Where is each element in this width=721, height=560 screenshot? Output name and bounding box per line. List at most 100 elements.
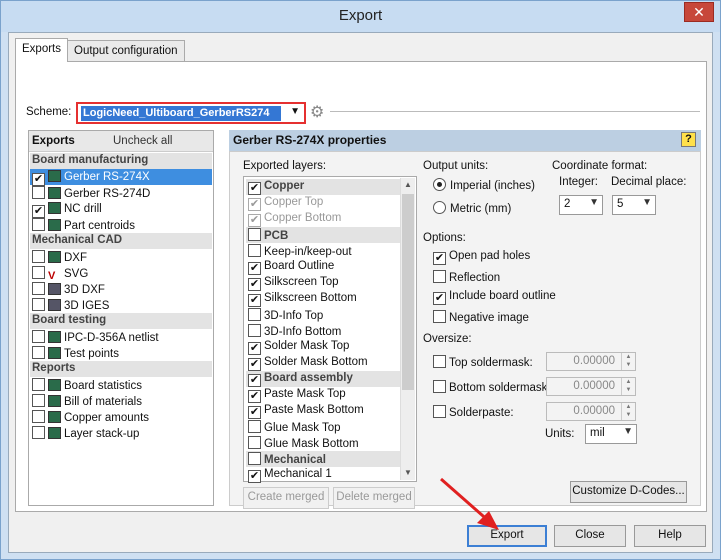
checkbox[interactable] [248, 324, 261, 337]
checkbox[interactable] [32, 186, 45, 199]
layers-scrollbar[interactable]: ▲ ▼ [400, 178, 415, 480]
scroll-up-icon[interactable]: ▲ [401, 178, 415, 192]
option-checkbox[interactable]: Negative image [433, 310, 529, 324]
export-item[interactable]: 3D DXF [30, 281, 212, 297]
checkbox[interactable]: ✔ [248, 374, 261, 387]
oversize-spinbox[interactable]: 0.00000 ▲ ▼ [546, 352, 636, 371]
layer-group-header[interactable]: Mechanical [246, 451, 400, 467]
gear-icon[interactable]: ⚙ [310, 102, 324, 122]
checkbox[interactable]: ✔ [248, 358, 261, 371]
checkbox[interactable] [248, 308, 261, 321]
export-item[interactable]: ✔ NC drill [30, 201, 212, 218]
checkbox[interactable]: ✔ [248, 406, 261, 419]
oversize-spinbox[interactable]: 0.00000 ▲ ▼ [546, 377, 636, 396]
close-button[interactable]: Close [554, 525, 626, 547]
imperial-radio[interactable]: Imperial (inches) [433, 178, 535, 192]
layer-item[interactable]: Glue Mask Bottom [246, 435, 400, 451]
checkbox[interactable] [32, 410, 45, 423]
oversize-spinbox[interactable]: 0.00000 ▲ ▼ [546, 402, 636, 421]
oversize-checkbox[interactable]: Solderpaste: [433, 405, 514, 419]
checkbox[interactable] [32, 394, 45, 407]
spinner-arrows-icon[interactable]: ▲ ▼ [621, 353, 635, 370]
oversize-checkbox[interactable]: Bottom soldermask: [433, 380, 551, 394]
export-item[interactable]: IPC-D-356A netlist [30, 329, 212, 345]
export-item[interactable]: DXF [30, 249, 212, 265]
scrollbar-thumb[interactable] [402, 194, 414, 390]
checkbox[interactable] [433, 270, 446, 283]
checkbox[interactable] [248, 244, 261, 257]
delete-merged-button[interactable]: Delete merged [333, 487, 415, 509]
checkbox[interactable] [32, 282, 45, 295]
checkbox[interactable] [433, 380, 446, 393]
checkbox[interactable]: ✔ [248, 182, 261, 195]
decimal-select[interactable]: 5 ▼ [612, 195, 656, 215]
tab-exports[interactable]: Exports [15, 38, 68, 62]
checkbox[interactable] [32, 330, 45, 343]
oversize-checkbox[interactable]: Top soldermask: [433, 355, 533, 369]
units-select[interactable]: mil ▼ [585, 424, 637, 444]
help-button[interactable]: Help [634, 525, 706, 547]
layer-item[interactable]: Keep-in/keep-out [246, 243, 400, 259]
export-item[interactable]: Layer stack-up [30, 425, 212, 441]
scheme-select[interactable]: LogicNeed_Ultiboard_GerberRS274 ▼ [76, 102, 306, 124]
checkbox[interactable] [433, 355, 446, 368]
layer-item[interactable]: ✔ Copper Bottom [246, 211, 400, 227]
layer-group-header[interactable]: ✔ Board assembly [246, 371, 400, 387]
checkbox[interactable]: ✔ [248, 470, 261, 483]
uncheck-all-link[interactable]: Uncheck all [113, 135, 172, 147]
layer-item[interactable]: ✔ Solder Mask Bottom [246, 355, 400, 371]
export-item[interactable]: 3D IGES [30, 297, 212, 313]
layer-item[interactable]: ✔ Copper Top [246, 195, 400, 211]
export-item[interactable]: Board statistics [30, 377, 212, 393]
checkbox[interactable] [32, 378, 45, 391]
checkbox[interactable] [248, 452, 261, 465]
checkbox[interactable]: ✔ [248, 278, 261, 291]
checkbox[interactable] [32, 346, 45, 359]
export-item[interactable]: Part centroids [30, 217, 212, 233]
close-window-button[interactable]: ✕ [684, 2, 714, 22]
checkbox[interactable] [32, 266, 45, 279]
checkbox[interactable] [32, 218, 45, 231]
option-checkbox[interactable]: ✔ Include board outline [433, 290, 556, 305]
help-icon[interactable]: ? [681, 132, 696, 147]
integer-select[interactable]: 2 ▼ [559, 195, 603, 215]
checkbox[interactable] [32, 298, 45, 311]
checkbox[interactable] [433, 310, 446, 323]
layer-group-header[interactable]: PCB [246, 227, 400, 243]
spinner-arrows-icon[interactable]: ▲ ▼ [621, 378, 635, 395]
layer-item[interactable]: 3D-Info Top [246, 307, 400, 323]
metric-radio[interactable]: Metric (mm) [433, 201, 511, 215]
checkbox[interactable]: ✔ [248, 294, 261, 307]
spinner-arrows-icon[interactable]: ▲ ▼ [621, 403, 635, 420]
checkbox[interactable] [32, 426, 45, 439]
checkbox[interactable] [248, 436, 261, 449]
checkbox[interactable] [433, 405, 446, 418]
customize-dcodes-button[interactable]: Customize D-Codes... [570, 481, 687, 503]
layer-item[interactable]: ✔ Paste Mask Top [246, 387, 400, 403]
layer-item[interactable]: Glue Mask Top [246, 419, 400, 435]
export-item[interactable]: Gerber RS-274D [30, 185, 212, 201]
layer-item[interactable]: ✔ Silkscreen Top [246, 275, 400, 291]
layer-item[interactable]: ✔ Solder Mask Top [246, 339, 400, 355]
layer-item[interactable]: 3D-Info Bottom [246, 323, 400, 339]
layer-group-header[interactable]: ✔ Copper [246, 179, 400, 195]
layer-item[interactable]: ✔ Board Outline [246, 259, 400, 275]
tab-output-configuration[interactable]: Output configuration [67, 40, 185, 62]
checkbox[interactable]: ✔ [433, 292, 446, 305]
layer-item[interactable]: ✔ Silkscreen Bottom [246, 291, 400, 307]
export-item[interactable]: ✔ Gerber RS-274X [30, 169, 212, 186]
checkbox[interactable] [248, 420, 261, 433]
option-checkbox[interactable]: ✔ Open pad holes [433, 250, 530, 265]
create-merged-button[interactable]: Create merged [243, 487, 329, 509]
checkbox[interactable] [32, 250, 45, 263]
layer-item[interactable]: ✔ Paste Mask Bottom [246, 403, 400, 419]
checkbox[interactable] [248, 228, 261, 241]
export-item[interactable]: Copper amounts [30, 409, 212, 425]
layer-item[interactable]: ✔ Mechanical 1 [246, 467, 400, 483]
checkbox[interactable]: ✔ [248, 390, 261, 403]
checkbox[interactable]: ✔ [433, 252, 446, 265]
checkbox[interactable]: ✔ [248, 262, 261, 275]
checkbox[interactable]: ✔ [248, 198, 261, 211]
scroll-down-icon[interactable]: ▼ [401, 466, 415, 480]
title-bar[interactable]: Export ✕ [1, 1, 720, 32]
